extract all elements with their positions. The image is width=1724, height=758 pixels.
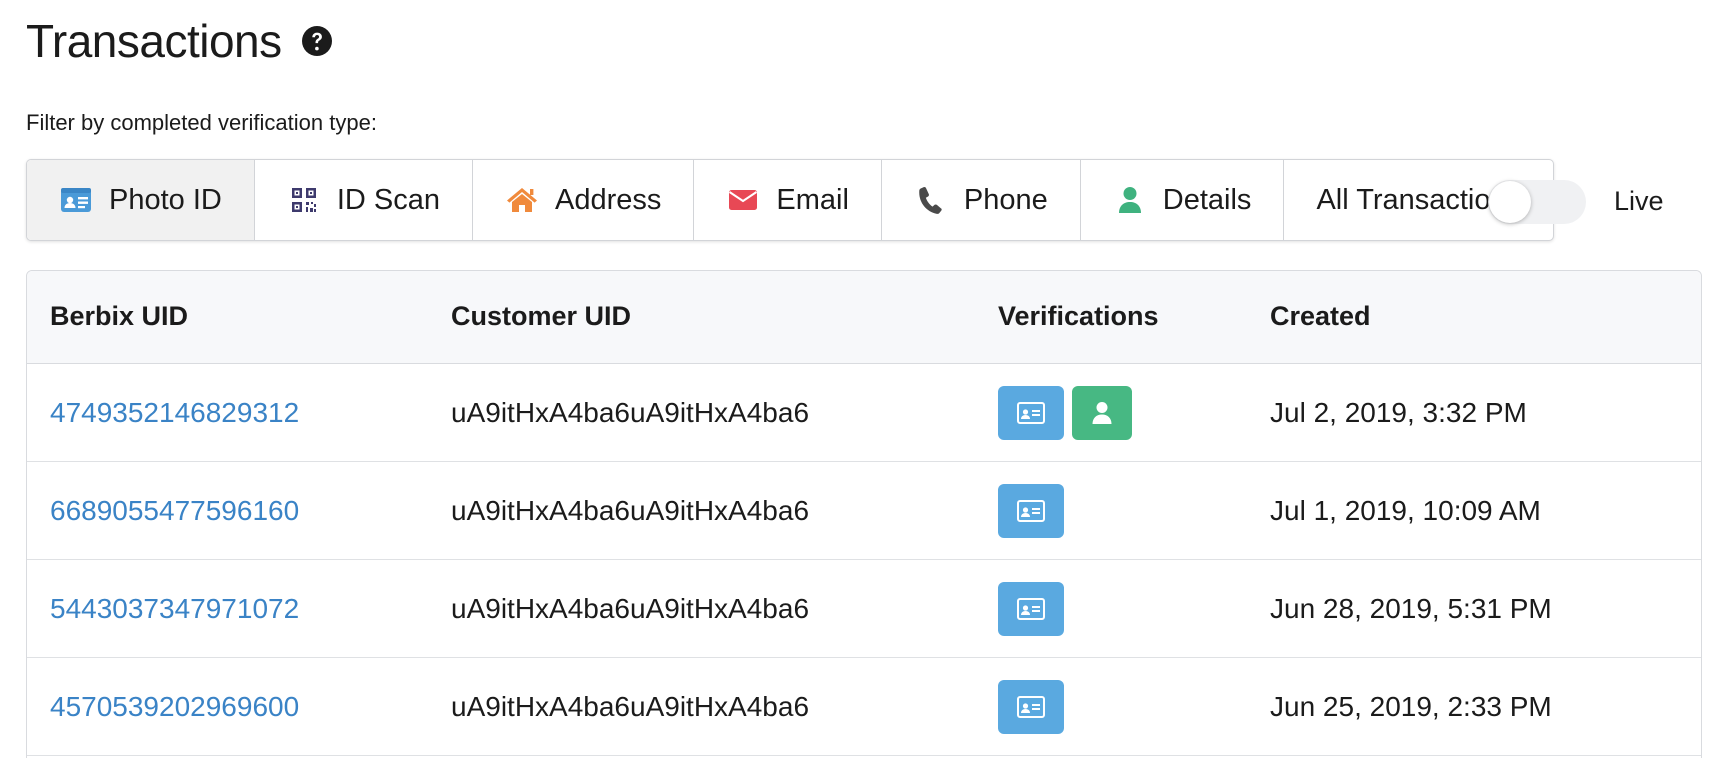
customer-uid: uA9itHxA4ba6uA9itHxA4ba6 (451, 691, 810, 722)
table-row[interactable]: 5443037347971072 uA9itHxA4ba6uA9itHxA4ba… (27, 560, 1701, 658)
verifications-cell (998, 462, 1072, 560)
column-header-customer-uid: Customer UID (451, 301, 632, 331)
transactions-table: Berbix UID Customer UID Verifications Cr… (26, 270, 1702, 758)
verifications-cell (998, 364, 1140, 462)
photo-id-verification-badge[interactable] (998, 582, 1064, 636)
berbix-uid-link[interactable]: 6689055477596160 (50, 495, 299, 527)
table-row[interactable]: 4749352146829312 uA9itHxA4ba6uA9itHxA4ba… (27, 364, 1701, 462)
filter-details-label: Details (1162, 183, 1252, 216)
verifications-cell (998, 560, 1072, 658)
qr-code-icon (287, 185, 321, 215)
filter-details-button[interactable]: Details (1081, 160, 1285, 240)
created-date: Jul 2, 2019, 3:32 PM (1270, 397, 1527, 428)
id-card-icon (59, 185, 93, 215)
home-icon (505, 185, 539, 215)
photo-id-verification-badge[interactable] (998, 386, 1064, 440)
filter-address-label: Address (555, 183, 662, 216)
envelope-icon (726, 185, 760, 215)
photo-id-verification-badge[interactable] (998, 680, 1064, 734)
column-header-berbix-uid: Berbix UID (50, 301, 189, 331)
filter-id-scan-label: ID Scan (336, 183, 441, 216)
page-header: Transactions (26, 14, 334, 68)
customer-uid: uA9itHxA4ba6uA9itHxA4ba6 (451, 495, 810, 526)
column-header-verifications: Verifications (998, 301, 1159, 331)
live-toggle-knob (1489, 181, 1531, 223)
phone-icon (914, 185, 948, 215)
id-card-icon (1017, 696, 1045, 718)
berbix-uid-link[interactable]: 4570539202969600 (50, 691, 299, 723)
table-row[interactable]: 6689055477596160 uA9itHxA4ba6uA9itHxA4ba… (27, 462, 1701, 560)
page-title: Transactions (26, 15, 282, 67)
id-card-icon (1017, 500, 1045, 522)
created-date: Jun 25, 2019, 2:33 PM (1270, 691, 1552, 722)
customer-uid: uA9itHxA4ba6uA9itHxA4ba6 (451, 593, 810, 624)
transactions-page: Transactions Filter by completed verific… (0, 0, 1724, 758)
verification-type-filter: Photo ID ID Scan Address Email Phone Det… (26, 159, 1555, 241)
filter-photo-id-label: Photo ID (109, 183, 222, 216)
created-date: Jul 1, 2019, 10:09 AM (1270, 495, 1541, 526)
question-circle-icon[interactable] (300, 24, 334, 58)
created-date: Jun 28, 2019, 5:31 PM (1270, 593, 1552, 624)
photo-id-verification-badge[interactable] (998, 484, 1064, 538)
table-header: Berbix UID Customer UID Verifications Cr… (27, 271, 1701, 364)
filter-label: Filter by completed verification type: (26, 110, 377, 135)
user-icon (1092, 402, 1112, 424)
live-toggle[interactable] (1488, 180, 1586, 224)
berbix-uid-link[interactable]: 4749352146829312 (50, 397, 299, 429)
user-icon (1113, 185, 1147, 215)
id-card-icon (1017, 598, 1045, 620)
filter-phone-button[interactable]: Phone (882, 160, 1081, 240)
id-card-icon (1017, 402, 1045, 424)
berbix-uid-link[interactable]: 5443037347971072 (50, 593, 299, 625)
filter-photo-id-button[interactable]: Photo ID (27, 160, 255, 240)
filter-email-label: Email (776, 183, 849, 216)
customer-uid: uA9itHxA4ba6uA9itHxA4ba6 (451, 397, 810, 428)
filter-phone-label: Phone (963, 183, 1048, 216)
filter-email-button[interactable]: Email (694, 160, 882, 240)
verifications-cell (998, 658, 1072, 756)
table-row[interactable]: 4570539202969600 uA9itHxA4ba6uA9itHxA4ba… (27, 658, 1701, 756)
filter-address-button[interactable]: Address (473, 160, 695, 240)
filter-id-scan-button[interactable]: ID Scan (255, 160, 474, 240)
live-label: Live (1614, 186, 1664, 216)
column-header-created: Created (1270, 301, 1371, 331)
details-verification-badge[interactable] (1072, 386, 1132, 440)
